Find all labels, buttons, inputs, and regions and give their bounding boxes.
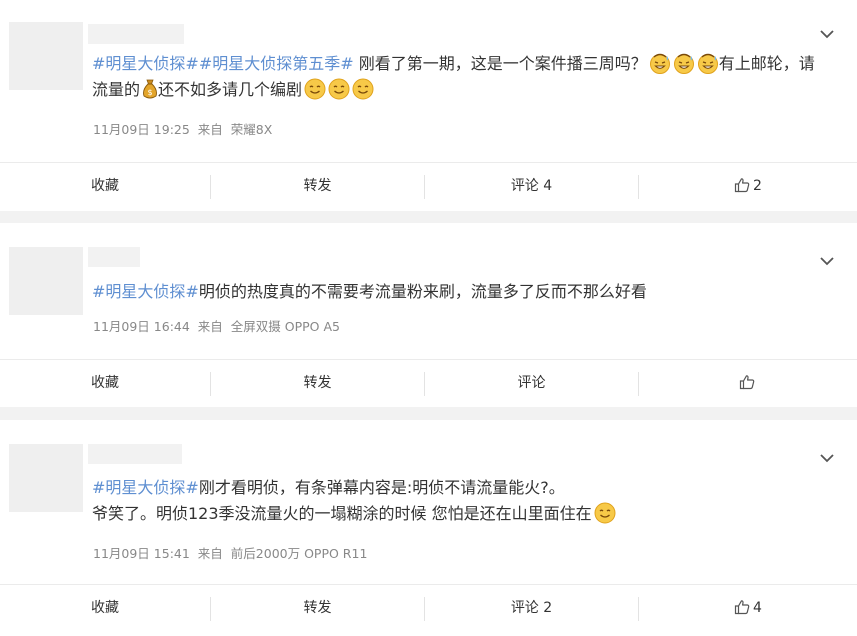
smile-emoji	[594, 502, 616, 524]
action-bar: 收藏 转发 评论	[0, 359, 857, 408]
favorite-button[interactable]: 收藏	[0, 360, 210, 408]
repost-label: 转发	[303, 375, 332, 391]
comment-label: 评论	[517, 375, 546, 391]
comment-label: 评论 4	[510, 178, 553, 194]
post-card: #明星大侦探#明侦的热度真的不需要考流量粉来刷，流量多了反而不那么好看 11月0…	[0, 223, 857, 407]
post-body-text: 爷笑了。明侦123季没流量火的一塌糊涂的时候 您怕是还在山里面住在	[92, 504, 592, 523]
chevron-down-icon[interactable]	[819, 26, 835, 42]
smile-emoji	[304, 78, 326, 100]
avatar[interactable]	[9, 22, 83, 90]
favorite-label: 收藏	[91, 600, 119, 616]
thumbs-up-icon	[734, 588, 750, 634]
post-meta: 11月09日 19:25 来自 荣耀8X	[93, 119, 276, 138]
topic-hashtag-link[interactable]: #明星大侦探##明星大侦探第五季#	[92, 54, 354, 73]
post-date[interactable]: 11月09日 19:25	[93, 122, 190, 137]
post-meta: 11月09日 16:44 来自 全屏双摄 OPPO A5	[93, 316, 344, 335]
repost-button[interactable]: 转发	[211, 360, 424, 408]
username-placeholder[interactable]	[88, 444, 182, 464]
post-source: 全屏双摄 OPPO A5	[230, 319, 341, 334]
repost-label: 转发	[303, 600, 332, 616]
post-body-text: 刚看了第一期，这是一个案件播三周吗？	[353, 54, 647, 73]
favorite-label: 收藏	[91, 375, 119, 391]
post-text: #明星大侦探#明侦的热度真的不需要考流量粉来刷，流量多了反而不那么好看	[92, 279, 827, 305]
post-text: #明星大侦探#刚才看明侦，有条弹幕内容是:明侦不请流量能火?。爷笑了。明侦123…	[92, 475, 827, 527]
post-card: #明星大侦探#刚才看明侦，有条弹幕内容是:明侦不请流量能火?。爷笑了。明侦123…	[0, 420, 857, 636]
chevron-down-icon[interactable]	[819, 450, 835, 466]
topic-hashtag-link[interactable]: #明星大侦探#	[92, 282, 199, 301]
thumbs-up-icon	[734, 166, 750, 212]
post-text: #明星大侦探##明星大侦探第五季# 刚看了第一期，这是一个案件播三周吗？ 有上邮轮…	[92, 51, 827, 103]
post-source: 前后2000万 OPPO R11	[230, 546, 368, 561]
post-card: #明星大侦探##明星大侦探第五季# 刚看了第一期，这是一个案件播三周吗？ 有上邮轮…	[0, 0, 857, 211]
post-body-text: 明侦的热度真的不需要考流量粉来刷，流量多了反而不那么好看	[198, 282, 647, 301]
avatar[interactable]	[9, 444, 83, 512]
action-bar: 收藏 转发 评论 4 2	[0, 162, 857, 211]
like-button[interactable]	[639, 360, 857, 408]
source-prefix: 来自	[197, 319, 223, 334]
comment-button[interactable]: 评论 4	[425, 163, 638, 211]
action-bar: 收藏 转发 评论 2 4	[0, 584, 857, 633]
repost-label: 转发	[303, 178, 332, 194]
post-meta: 11月09日 15:41 来自 前后2000万 OPPO R11	[93, 543, 371, 562]
favorite-label: 收藏	[91, 178, 119, 194]
thumbs-up-icon	[739, 363, 755, 409]
like-count: 4	[753, 600, 762, 616]
favorite-button[interactable]: 收藏	[0, 163, 210, 211]
like-count: 2	[753, 178, 762, 194]
post-body-text: 还不如多请几个编剧	[158, 80, 303, 99]
post-date[interactable]: 11月09日 16:44	[93, 319, 190, 334]
topic-hashtag-link[interactable]: #明星大侦探#	[92, 478, 199, 497]
money-bag-emoji: $	[142, 78, 158, 100]
source-prefix: 来自	[197, 122, 223, 137]
source-prefix: 来自	[197, 546, 223, 561]
grin-sweat-emoji	[649, 52, 671, 74]
username-placeholder[interactable]	[88, 24, 184, 44]
favorite-button[interactable]: 收藏	[0, 585, 210, 633]
chevron-down-icon[interactable]	[819, 253, 835, 269]
comment-label: 评论 2	[510, 600, 553, 616]
post-source: 荣耀8X	[230, 122, 273, 137]
svg-text:$: $	[147, 88, 152, 97]
smile-emoji	[328, 78, 350, 100]
username-placeholder[interactable]	[88, 247, 140, 267]
grin-sweat-emoji	[673, 52, 695, 74]
repost-button[interactable]: 转发	[211, 585, 424, 633]
grin-sweat-emoji	[697, 52, 719, 74]
avatar[interactable]	[9, 247, 83, 315]
smile-emoji	[352, 78, 374, 100]
post-date[interactable]: 11月09日 15:41	[93, 546, 190, 561]
like-button[interactable]: 2	[639, 163, 857, 211]
post-body-text: 刚才看明侦，有条弹幕内容是:明侦不请流量能火?。	[198, 478, 565, 497]
like-button[interactable]: 4	[639, 585, 857, 633]
comment-button[interactable]: 评论 2	[425, 585, 638, 633]
comment-button[interactable]: 评论	[425, 360, 638, 408]
repost-button[interactable]: 转发	[211, 163, 424, 211]
